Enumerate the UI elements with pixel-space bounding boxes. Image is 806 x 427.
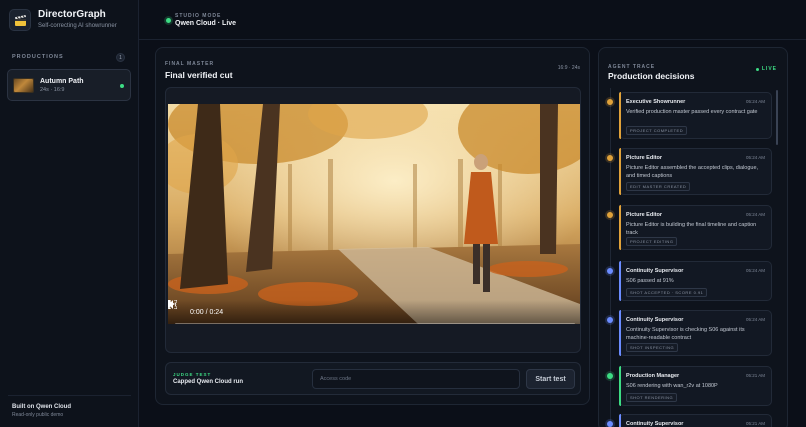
productions-count-badge: 1 bbox=[116, 53, 125, 62]
live-dot-icon bbox=[755, 67, 759, 71]
start-test-button[interactable]: Start test bbox=[526, 369, 575, 389]
video-progress-bar[interactable] bbox=[175, 323, 575, 324]
studio-status-dot bbox=[166, 18, 171, 23]
trace-item[interactable]: Executive Showrunner 05:24 AM Verified pro… bbox=[619, 92, 772, 139]
live-indicator: LIVE bbox=[755, 66, 777, 72]
production-meta: 24s · 16:9 bbox=[40, 86, 65, 93]
trace-message: Picture Editor assembled the accepted cl… bbox=[626, 165, 759, 179]
access-code-input[interactable] bbox=[312, 369, 520, 389]
trace-item-accent bbox=[619, 366, 621, 406]
trace-agent: Continuity Supervisor bbox=[626, 268, 684, 274]
trace-item-accent bbox=[619, 148, 621, 195]
trace-status-dot bbox=[607, 421, 613, 427]
studio-mode-label: STUDIO MODE bbox=[175, 13, 222, 19]
trace-item-accent bbox=[619, 310, 621, 356]
trace-message: Continuity Supervisor is checking S06 ag… bbox=[626, 327, 745, 341]
topbar: STUDIO MODE Qwen Cloud · Live bbox=[139, 0, 806, 40]
more-options-icon[interactable] bbox=[168, 300, 171, 309]
trace-item[interactable]: Continuity Supervisor 05:24 AM S06 passed … bbox=[619, 261, 772, 301]
trace-tag: PROJECT COMPLETED bbox=[626, 126, 688, 135]
trace-agent: Executive Showrunner bbox=[626, 99, 686, 105]
video-time: 0:00 / 0:24 bbox=[190, 309, 224, 316]
sidebar-footer-subtitle: Read-only public demo bbox=[12, 412, 64, 418]
agent-trace-title: Production decisions bbox=[608, 71, 695, 81]
trace-item[interactable]: Production Manager 05:21 AM S06 rendering … bbox=[619, 366, 772, 406]
trace-time: 05:24 AM bbox=[745, 268, 765, 273]
trace-tag: SHOT RENDERING bbox=[626, 393, 678, 402]
video-frame: 0:00 / 0:24 bbox=[165, 87, 581, 353]
final-master-kicker: FINAL MASTER bbox=[165, 61, 215, 67]
agent-trace-kicker: AGENT TRACE bbox=[608, 64, 656, 70]
final-master-title: Final verified cut bbox=[165, 70, 233, 80]
video-player[interactable]: 0:00 / 0:24 bbox=[168, 104, 580, 324]
trace-tag: SHOT INSPECTING bbox=[626, 343, 679, 352]
trace-message: Verified production master passed every … bbox=[626, 109, 758, 115]
sidebar: DirectorGraph Self-correcting AI showrun… bbox=[0, 0, 139, 427]
trace-time: 05:24 AM bbox=[745, 155, 765, 160]
trace-tag: EDIT MASTER CREATED bbox=[626, 182, 691, 191]
trace-agent: Production Manager bbox=[626, 373, 680, 379]
trace-time: 05:24 AM bbox=[745, 317, 765, 322]
trace-time: 05:24 AM bbox=[745, 212, 765, 217]
aspect-ratio-label: 16:9 · 24s bbox=[557, 65, 580, 71]
trace-item-accent bbox=[619, 205, 621, 250]
trace-tag: PROJECT EDITING bbox=[626, 237, 678, 246]
trace-status-dot bbox=[607, 212, 613, 218]
judge-title: Capped Qwen Cloud run bbox=[173, 379, 243, 385]
clapperboard-icon bbox=[9, 9, 31, 31]
trace-tag: SHOT ACCEPTED · SCORE 0.91 bbox=[626, 288, 708, 297]
trace-time: 05:21 AM bbox=[745, 373, 765, 378]
trace-message: S06 passed at 91% bbox=[626, 278, 674, 284]
production-status-dot bbox=[120, 84, 124, 88]
trace-item[interactable]: Picture Editor 05:24 AM Picture Editor is … bbox=[619, 205, 772, 250]
judge-test-card: JUDGE TEST Capped Qwen Cloud run Start t… bbox=[165, 362, 581, 395]
trace-item[interactable]: Continuity Supervisor 05:21 AM bbox=[619, 414, 772, 427]
trace-time: 05:21 AM bbox=[745, 421, 765, 426]
trace-agent: Picture Editor bbox=[626, 212, 663, 218]
sidebar-divider bbox=[8, 395, 131, 396]
trace-status-dot bbox=[607, 155, 613, 161]
app-subtitle: Self-correcting AI showrunner bbox=[38, 23, 117, 29]
app-title: DirectorGraph bbox=[38, 9, 106, 20]
trace-time: 05:24 AM bbox=[745, 99, 765, 104]
trace-agent: Picture Editor bbox=[626, 155, 663, 161]
trace-item-accent bbox=[619, 414, 621, 427]
brand: DirectorGraph Self-correcting AI showrun… bbox=[9, 9, 117, 31]
production-title: Autumn Path bbox=[40, 77, 84, 85]
trace-item[interactable]: Continuity Supervisor 05:24 AM Continuity … bbox=[619, 310, 772, 356]
trace-status-dot bbox=[607, 373, 613, 379]
trace-item[interactable]: Picture Editor 05:24 AM Picture Editor ass… bbox=[619, 148, 772, 195]
final-master-panel: FINAL MASTER Final verified cut 16:9 · 2… bbox=[155, 47, 590, 405]
trace-scrollbar[interactable] bbox=[776, 90, 778, 145]
trace-message: S06 rendering with wan_r2v at 1080P bbox=[626, 383, 718, 389]
judge-kicker: JUDGE TEST bbox=[173, 372, 212, 377]
sidebar-footer-title: Built on Qwen Cloud bbox=[12, 404, 71, 410]
trace-item-accent bbox=[619, 261, 621, 301]
trace-agent: Continuity Supervisor bbox=[626, 421, 684, 427]
productions-label: PRODUCTIONS bbox=[12, 54, 64, 60]
trace-agent: Continuity Supervisor bbox=[626, 317, 684, 323]
agent-trace-panel: AGENT TRACE Production decisions LIVE Ex… bbox=[598, 47, 788, 427]
live-label: LIVE bbox=[761, 66, 777, 72]
video-still-image bbox=[168, 104, 580, 324]
trace-item-accent bbox=[619, 92, 621, 139]
production-item-autumn-path[interactable]: Autumn Path 24s · 16:9 bbox=[7, 69, 131, 101]
trace-status-dot bbox=[607, 317, 613, 323]
studio-mode-value: Qwen Cloud · Live bbox=[175, 20, 237, 27]
trace-status-dot bbox=[607, 99, 613, 105]
production-thumbnail bbox=[13, 77, 34, 93]
trace-status-dot bbox=[607, 268, 613, 274]
trace-message: Picture Editor is building the final tim… bbox=[626, 222, 757, 236]
video-controls: 0:00 / 0:24 bbox=[168, 300, 580, 324]
